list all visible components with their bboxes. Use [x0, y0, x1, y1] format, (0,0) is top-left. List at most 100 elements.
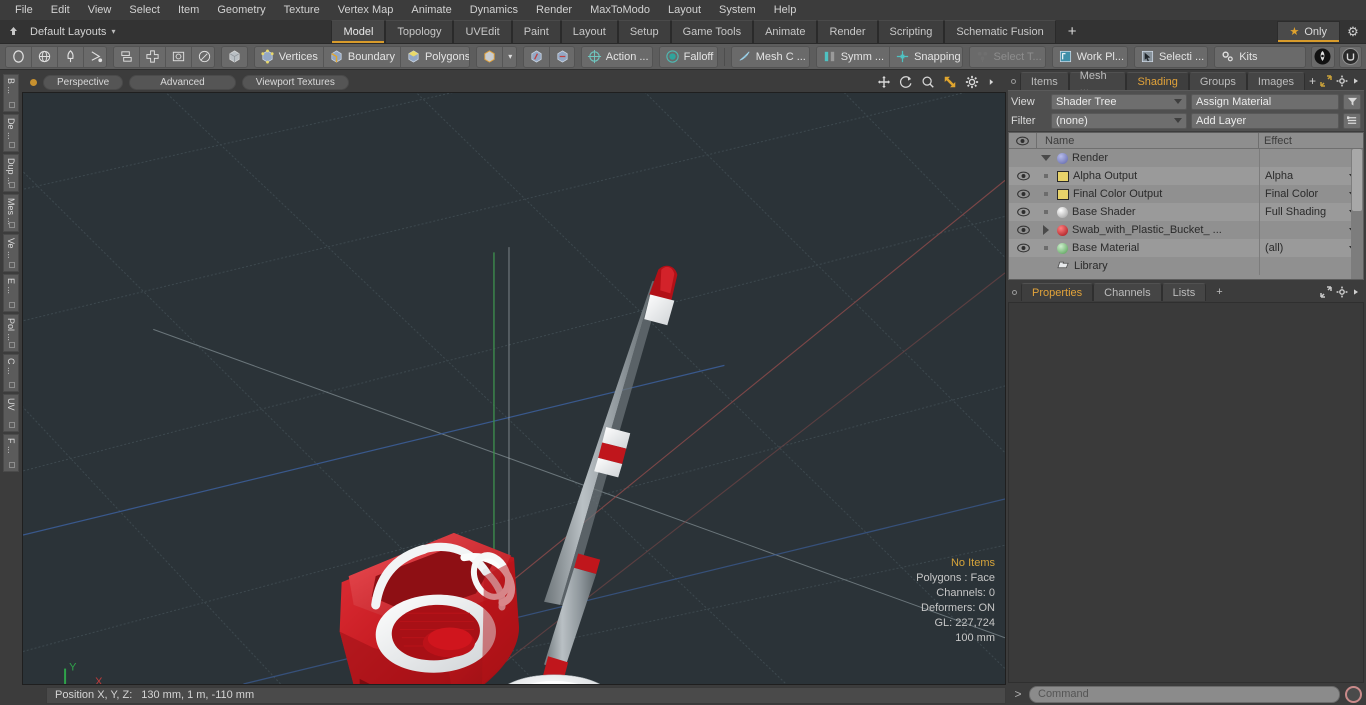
menu-item-system[interactable]: System [710, 0, 765, 20]
tab-topology[interactable]: Topology [385, 20, 454, 43]
vertices-mode-button[interactable]: Vertices [255, 46, 324, 67]
zoom-icon[interactable] [921, 75, 935, 89]
tab-uvedit[interactable]: UVEdit [453, 20, 512, 43]
viewport-shading-button[interactable]: Advanced [129, 74, 236, 90]
tab-paint[interactable]: Paint [511, 20, 561, 43]
tab-channels[interactable]: Channels [1093, 283, 1162, 301]
pen-icon[interactable] [58, 46, 84, 67]
menu-item-help[interactable]: Help [765, 0, 806, 20]
vtab-deform[interactable]: De ... [3, 114, 19, 152]
chevron-right-icon[interactable] [1352, 75, 1360, 87]
expand-icon[interactable] [1320, 286, 1332, 298]
item-mode-dropdown[interactable]: ▾ [503, 47, 516, 67]
plus-icon[interactable]: + [1309, 74, 1316, 88]
properties-pane[interactable] [1008, 302, 1364, 683]
eye-toggle[interactable] [1009, 207, 1037, 217]
scrollbar-thumb[interactable] [1352, 149, 1362, 211]
tree-row-library[interactable]: Library [1009, 257, 1363, 275]
tree-row-swab-material[interactable]: Swab_with_Plastic_Bucket_ ... [1009, 221, 1363, 239]
select-through-icon[interactable] [524, 46, 551, 67]
add-layer-dropdown[interactable]: Add Layer [1191, 112, 1339, 129]
square-in-square-icon[interactable] [166, 46, 193, 67]
menu-item-texture[interactable]: Texture [275, 0, 329, 20]
menu-item-layout[interactable]: Layout [659, 0, 710, 20]
select-back-icon[interactable] [550, 47, 574, 67]
home-layout-icon[interactable] [0, 20, 26, 43]
tab-shading[interactable]: Shading [1126, 72, 1189, 90]
polygons-mode-button[interactable]: Polygons [401, 47, 469, 67]
unreal-logo-icon[interactable] [1338, 45, 1363, 68]
gear-icon[interactable] [1336, 75, 1348, 87]
menu-item-geometry[interactable]: Geometry [208, 0, 274, 20]
list-options-icon[interactable] [1343, 112, 1361, 129]
falloff-button[interactable]: Falloff [660, 47, 717, 67]
gear-icon[interactable] [965, 75, 979, 89]
globe-icon[interactable] [32, 46, 58, 67]
add-properties-tab[interactable]: + [1206, 283, 1232, 301]
tab-layout[interactable]: Layout [560, 20, 618, 43]
add-tab-button[interactable]: + [1056, 20, 1089, 43]
vtab-duplicate[interactable]: Dup ... [3, 154, 19, 192]
command-input[interactable]: Command [1029, 685, 1340, 703]
tree-row-base-shader[interactable]: Base Shader Full Shading [1009, 203, 1363, 221]
vtab-uv[interactable]: UV [3, 394, 19, 432]
eye-toggle[interactable] [1009, 243, 1037, 253]
tree-row-effect[interactable] [1259, 221, 1363, 239]
tab-images[interactable]: Images [1246, 72, 1305, 90]
shader-tree-scrollbar[interactable] [1351, 149, 1363, 279]
expand-icon[interactable] [1320, 75, 1332, 87]
tab-schematic-fusion[interactable]: Schematic Fusion [944, 20, 1056, 43]
tree-row-effect[interactable]: Full Shading [1259, 203, 1363, 221]
select-through-button[interactable]: Select T... [970, 47, 1045, 67]
vtab-curve[interactable]: C ... [3, 354, 19, 392]
viewport-textures-button[interactable]: Viewport Textures [241, 74, 349, 90]
ellipse-icon[interactable] [6, 46, 32, 67]
layout-selector[interactable]: Default Layouts ▾ [26, 20, 125, 43]
fit-icon[interactable] [943, 75, 957, 89]
tab-animate[interactable]: Animate [753, 20, 818, 43]
align-icon[interactable] [140, 46, 167, 67]
cube-icon[interactable] [222, 47, 246, 67]
stack-icon[interactable] [114, 46, 141, 67]
kits-button[interactable]: Kits [1215, 47, 1305, 67]
eye-toggle[interactable] [1009, 225, 1037, 235]
tab-properties[interactable]: Properties [1021, 283, 1094, 301]
tab-render[interactable]: Render [817, 20, 878, 43]
tree-row-base-material[interactable]: Base Material (all) [1009, 239, 1363, 257]
menu-item-edit[interactable]: Edit [42, 0, 79, 20]
menu-item-view[interactable]: View [79, 0, 121, 20]
menu-item-vertex-map[interactable]: Vertex Map [329, 0, 403, 20]
modo-logo-icon[interactable] [1311, 45, 1335, 68]
circle-in-square-icon[interactable] [192, 47, 214, 67]
only-toggle-button[interactable]: ★ Only [1276, 21, 1340, 42]
boundary-mode-button[interactable]: Boundary [324, 46, 401, 67]
chevron-right-icon[interactable] [1352, 286, 1360, 298]
tree-row-alpha-output[interactable]: Alpha Output Alpha [1009, 167, 1363, 185]
tree-row-effect[interactable]: Alpha [1259, 167, 1363, 185]
curve-icon[interactable] [84, 47, 106, 67]
move-icon[interactable] [877, 75, 891, 89]
filter-dropdown[interactable]: (none) [1051, 112, 1187, 129]
vtab-fusion[interactable]: F ... [3, 434, 19, 472]
funnel-icon[interactable] [1343, 93, 1361, 110]
tab-scripting[interactable]: Scripting [877, 20, 945, 43]
vtab-polygon[interactable]: Pol ... [3, 314, 19, 352]
record-icon[interactable] [1345, 685, 1362, 703]
gear-icon[interactable]: ⚙ [1340, 20, 1366, 43]
mesh-constraint-button[interactable]: Mesh C ... [732, 47, 809, 67]
menu-item-file[interactable]: File [6, 0, 42, 20]
tree-row-effect[interactable]: (all) [1259, 239, 1363, 257]
rotate-icon[interactable] [899, 75, 913, 89]
vtab-basic[interactable]: B ... [3, 74, 19, 112]
menu-item-animate[interactable]: Animate [402, 0, 460, 20]
twirl-down-icon[interactable] [1039, 155, 1053, 161]
action-center-button[interactable]: Action ... [582, 47, 652, 67]
tab-model[interactable]: Model [331, 20, 386, 43]
twirl-right-icon[interactable] [1039, 225, 1053, 235]
menu-item-item[interactable]: Item [169, 0, 208, 20]
view-dropdown[interactable]: Shader Tree [1051, 93, 1187, 110]
menu-item-maxtomodo[interactable]: MaxToModo [581, 0, 659, 20]
tab-game-tools[interactable]: Game Tools [670, 20, 754, 43]
tree-row-effect[interactable]: Final Color [1259, 185, 1363, 203]
vtab-edge[interactable]: E ... [3, 274, 19, 312]
